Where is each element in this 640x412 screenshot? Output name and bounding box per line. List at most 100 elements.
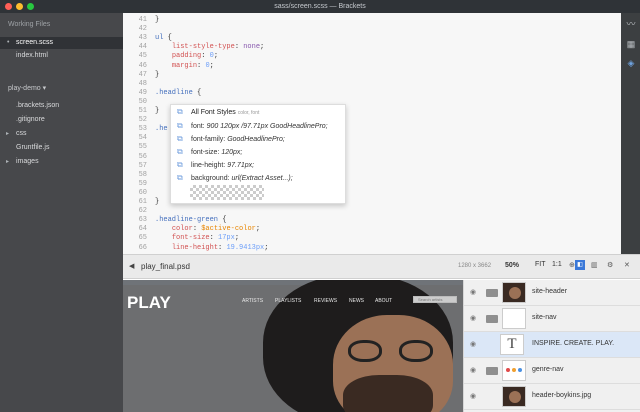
inline-font-styles-popup[interactable]: ⧉ All Font Styles color, font ⧉ font: 900 … (170, 104, 346, 204)
close-window-button[interactable] (5, 3, 12, 10)
extract-layers-icon[interactable]: ◈ (626, 58, 636, 68)
popup-row-font-family[interactable]: ⧉ font-family: GoodHeadlinePro; (177, 133, 285, 146)
tree-item-label: .brackets.json (16, 102, 60, 109)
text-layer-glyph: T (507, 336, 517, 352)
project-dropdown[interactable]: play-demo ▾ (8, 84, 46, 92)
preview-search-box: Search artists (413, 296, 457, 303)
code-line[interactable]: 66 line-height: 19.9413px; (123, 243, 269, 254)
actual-size-button[interactable]: 1:1 (552, 261, 562, 268)
font-style-icon: ⧉ (177, 173, 183, 183)
layer-thumbnail (502, 282, 526, 303)
play-logo: PLAY (127, 293, 171, 312)
chevron-down-icon: ▾ (42, 85, 47, 92)
preview-nav-playlists: PLAYLISTS (275, 298, 302, 304)
photo-glasses-right (399, 340, 433, 362)
window-title: sass/screen.scss — Brackets (274, 3, 366, 10)
folder-icon (486, 315, 498, 323)
font-style-icon: ⧉ (177, 160, 183, 170)
popup-header[interactable]: ⧉ All Font Styles color, font (177, 106, 259, 119)
preview-nav-news: NEWS (349, 298, 364, 304)
row-label: font-size: (191, 149, 220, 156)
text-layer-thumbnail: T (500, 334, 524, 355)
font-style-icon: ⧉ (177, 121, 183, 131)
layer-name: site-header (532, 288, 568, 295)
photo-beard (343, 375, 433, 412)
popup-row-font-size[interactable]: ⧉ font-size: 120px; (177, 146, 242, 159)
working-file-label: index.html (16, 52, 48, 59)
line-number: 66 (138, 243, 147, 252)
layer-row-site-nav[interactable]: ◉ site-nav (464, 306, 640, 332)
layer-name: genre-nav (532, 366, 564, 373)
window-titlebar: sass/screen.scss — Brackets (0, 0, 640, 13)
working-file-label: screen.scss (16, 39, 53, 46)
eye-icon[interactable]: ◉ (470, 366, 476, 374)
tree-item-brackets-json[interactable]: .brackets.json (0, 100, 123, 112)
folder-icon (486, 367, 498, 375)
layer-thumbnail (502, 386, 526, 407)
font-style-icon: ⧉ (177, 147, 183, 157)
layer-row-header-boykins[interactable]: ◉ header-boykins.jpg (464, 384, 640, 410)
tree-item-gruntfile[interactable]: Gruntfile.js (0, 142, 123, 154)
font-style-icon: ⧉ (177, 134, 183, 144)
window-controls (5, 3, 34, 10)
split-view-icon[interactable]: ◧ (575, 260, 585, 270)
chevron-right-icon: ▸ (6, 159, 10, 165)
photo-glasses-left (348, 340, 382, 362)
row-label: line-height: (191, 162, 226, 169)
psd-filename[interactable]: play_final.psd (141, 262, 190, 271)
fit-button[interactable]: FIT (535, 261, 546, 268)
tree-item-label: images (16, 158, 39, 165)
psd-dimensions: 1280 x 3662 (458, 263, 492, 269)
psd-canvas[interactable]: PLAY ARTISTS PLAYLISTS REVIEWS NEWS ABOU… (123, 280, 463, 412)
background-preview-swatch (190, 185, 264, 200)
layer-row-inspire-text[interactable]: ◉ T INSPIRE. CREATE. PLAY. (464, 332, 640, 358)
sidebar: Working Files • screen.scss index.html p… (0, 13, 123, 412)
tree-item-label: .gitignore (16, 116, 45, 123)
layer-row-genre-nav[interactable]: ◉ genre-nav (464, 358, 640, 384)
tree-item-images[interactable]: ▸ images (0, 156, 123, 168)
zoom-level[interactable]: 50% (505, 262, 519, 269)
chevron-right-icon: ▸ (6, 131, 10, 137)
popup-row-font[interactable]: ⧉ font: 900 120px /97.71px GoodHeadlinePr… (177, 120, 328, 133)
eye-icon[interactable]: ◉ (470, 288, 476, 296)
eye-icon[interactable]: ◉ (470, 340, 476, 348)
folder-icon (486, 289, 498, 297)
layer-name: INSPIRE. CREATE. PLAY. (532, 340, 615, 347)
tree-item-css[interactable]: ▸ css (0, 128, 123, 140)
minimize-window-button[interactable] (16, 3, 23, 10)
row-label: font: (191, 123, 205, 130)
popup-row-line-height[interactable]: ⧉ line-height: 97.71px; (177, 159, 254, 172)
popup-row-background[interactable]: ⧉ background: url(Extract Asset...); (177, 172, 293, 185)
tree-item-label: Gruntfile.js (16, 144, 50, 151)
columns-icon[interactable]: ▥ (591, 261, 598, 269)
extension-manager-icon[interactable]: ▦ (626, 39, 636, 49)
layer-name: site-nav (532, 314, 557, 321)
tree-item-gitignore[interactable]: .gitignore (0, 114, 123, 126)
zoom-window-button[interactable] (27, 3, 34, 10)
working-file-screen-scss[interactable]: • screen.scss (0, 37, 123, 49)
working-files-heading: Working Files (8, 21, 51, 28)
layer-row-site-header[interactable]: ◉ site-header (464, 280, 640, 306)
eye-icon[interactable]: ◉ (470, 392, 476, 400)
zoom-in-icon[interactable]: ⊕ (569, 261, 575, 269)
preview-nav-reviews: REVIEWS (314, 298, 338, 304)
preview-nav-artists: ARTISTS (242, 298, 264, 304)
row-value: GoodHeadlinePro; (227, 136, 285, 143)
row-value: 120px; (221, 149, 243, 156)
layer-thumbnail (502, 308, 526, 329)
layer-name: header-boykins.jpg (532, 392, 592, 399)
working-file-index-html[interactable]: index.html (0, 50, 123, 62)
gear-icon[interactable]: ⚙ (607, 261, 613, 269)
eye-icon[interactable]: ◉ (470, 314, 476, 322)
row-value: 97.71px; (227, 162, 255, 169)
popup-header-label: All Font Styles (191, 109, 236, 116)
collapse-triangle-icon[interactable]: ◀ (129, 262, 134, 270)
tree-item-label: css (16, 130, 27, 137)
layers-panel: ◉ site-header ◉ site-nav ◉ T INSPIRE. CR… (463, 280, 640, 412)
row-label: background: (191, 175, 230, 182)
close-icon[interactable]: ✕ (624, 261, 630, 269)
popup-header-hint: color, font (237, 110, 260, 116)
row-value: 900 120px /97.71px GoodHeadlinePro; (206, 123, 328, 130)
psd-toolbar: ◀ play_final.psd 1280 x 3662 50% FIT 1:1… (123, 254, 640, 279)
live-preview-icon[interactable]: 〰 (626, 19, 636, 29)
